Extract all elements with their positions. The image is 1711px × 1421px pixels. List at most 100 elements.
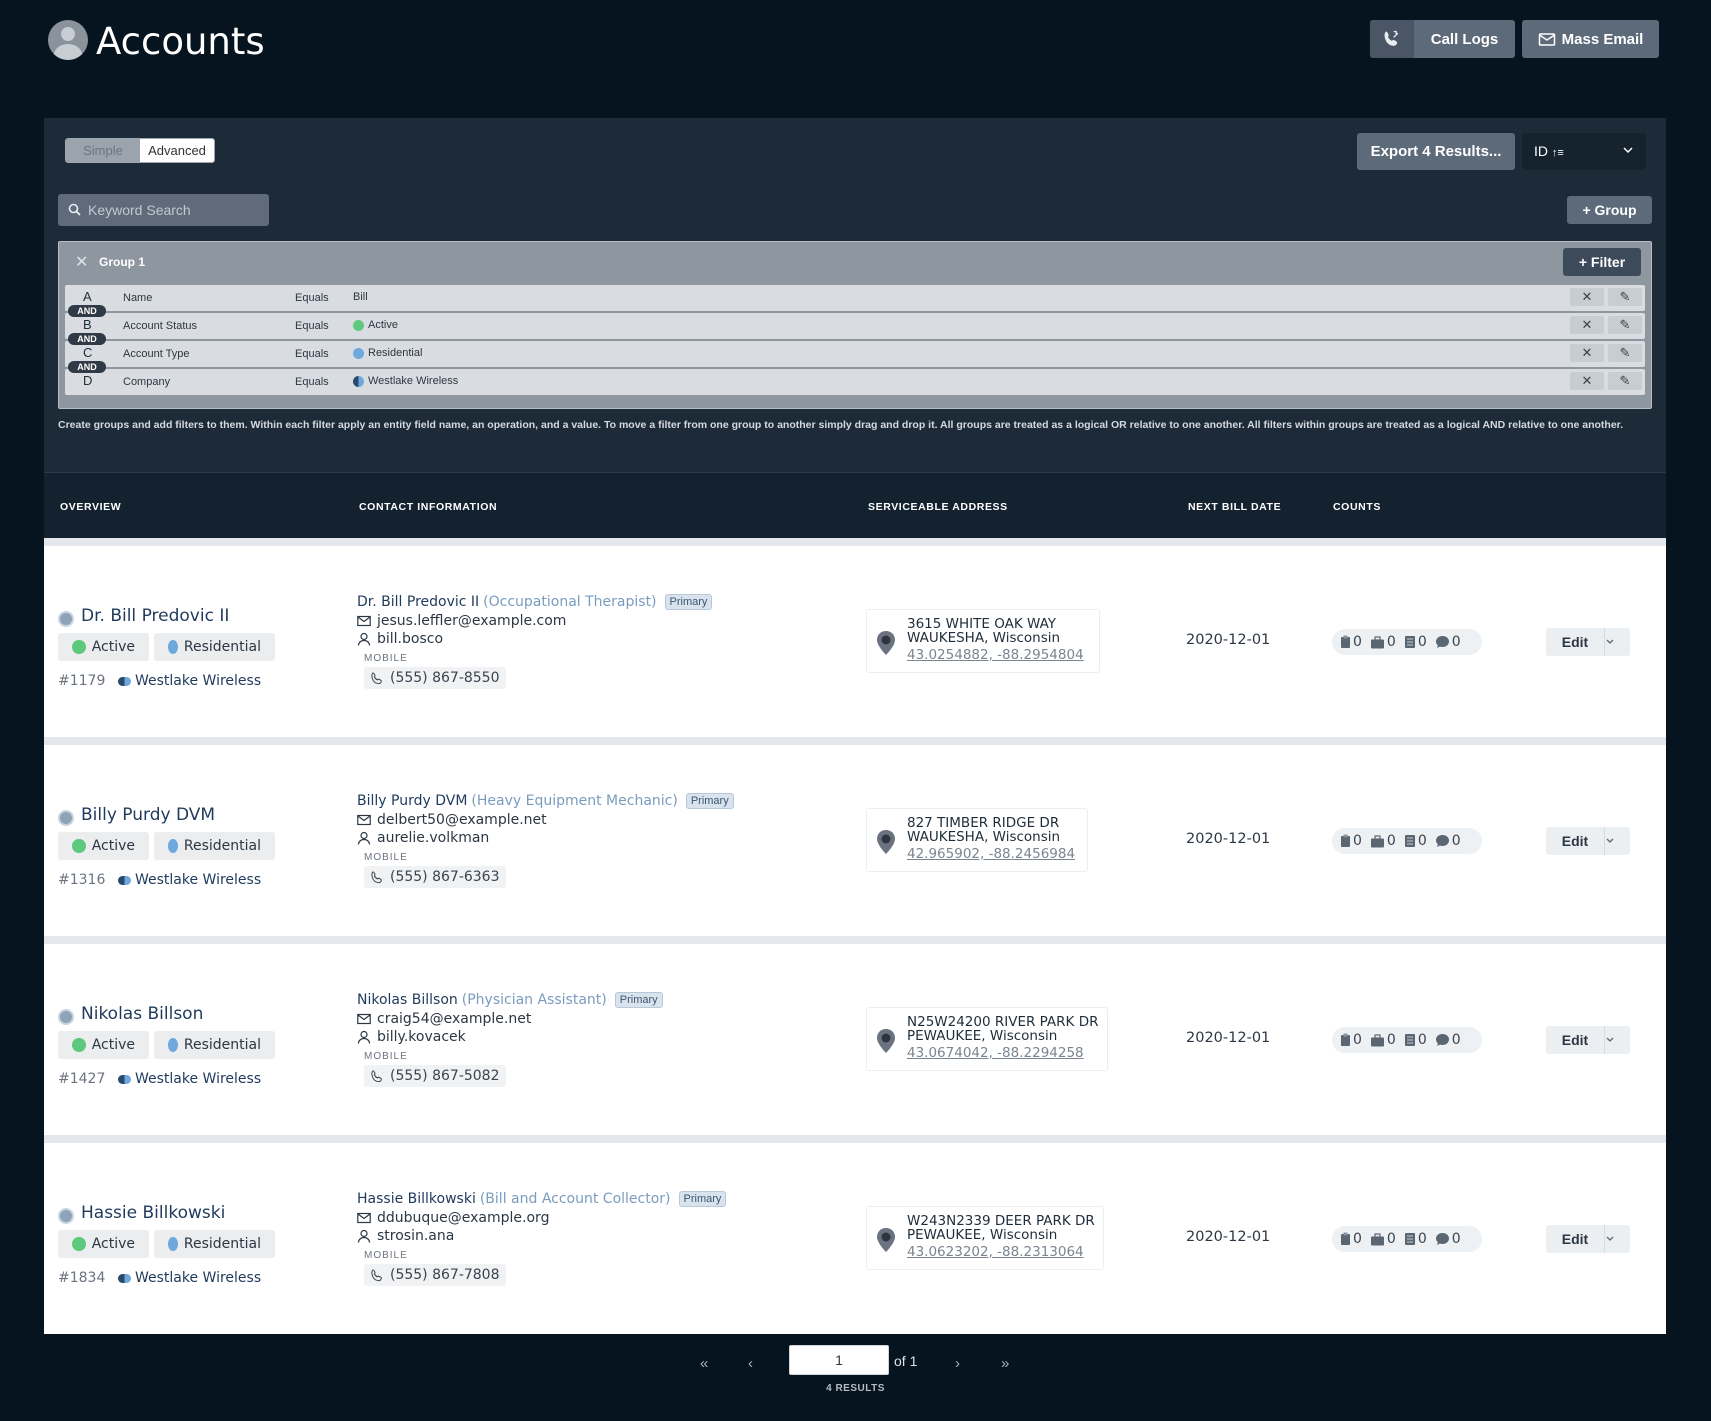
edit-button[interactable]: Edit: [1546, 1225, 1604, 1253]
remove-group-icon[interactable]: ✕: [75, 252, 88, 272]
filter-operator[interactable]: Equals: [295, 292, 329, 304]
company-link[interactable]: Westlake Wireless: [118, 673, 261, 689]
filter-row-d[interactable]: D Company Equals Westlake Wireless ✕ ✎: [65, 369, 1645, 395]
contact-phone[interactable]: (555) 867-8550: [364, 667, 506, 689]
address-coordinates-link[interactable]: 43.0623202, -88.2313064: [907, 1244, 1084, 1260]
filter-operator[interactable]: Equals: [295, 348, 329, 360]
first-page-button[interactable]: «: [700, 1355, 708, 1372]
account-name-link[interactable]: Hassie Billkowski: [81, 1203, 225, 1223]
mode-simple-button[interactable]: Simple: [66, 139, 140, 162]
count-value: 0: [1417, 1231, 1427, 1247]
contact-name[interactable]: Hassie Billkowski (Bill and Account Colle…: [357, 1191, 727, 1207]
filter-field[interactable]: Account Type: [123, 348, 189, 360]
mass-email-button[interactable]: Mass Email: [1522, 20, 1659, 58]
prev-page-button[interactable]: ‹: [748, 1355, 753, 1372]
contact-email[interactable]: ddubuque@example.org: [357, 1210, 549, 1226]
filter-operator[interactable]: Equals: [295, 320, 329, 332]
chevron-down-icon[interactable]: [1604, 1026, 1630, 1054]
contact-phone[interactable]: (555) 867-6363: [364, 866, 506, 888]
count-value: 0: [1451, 1231, 1461, 1247]
page-number-input[interactable]: [789, 1345, 889, 1375]
account-name-link[interactable]: Billy Purdy DVM: [81, 805, 215, 825]
company-link[interactable]: Westlake Wireless: [118, 872, 261, 888]
contact-email[interactable]: jesus.leffler@example.com: [357, 613, 566, 629]
next-bill-date: 2020-12-01: [1186, 1030, 1271, 1046]
search-icon: [68, 203, 81, 216]
contact-email[interactable]: craig54@example.net: [357, 1011, 531, 1027]
chevron-down-icon[interactable]: [1604, 1225, 1630, 1253]
edit-button[interactable]: Edit: [1546, 628, 1604, 656]
column-header-contact[interactable]: CONTACT INFORMATION: [359, 501, 497, 513]
table-row: Dr. Bill Predovic II Active Residential #11…: [44, 546, 1666, 737]
status-badge: Active: [58, 1230, 149, 1258]
address-coordinates-link[interactable]: 43.0254882, -88.2954804: [907, 647, 1084, 663]
briefcase-icon: [1370, 1232, 1385, 1246]
status-label: Active: [91, 1037, 135, 1053]
remove-filter-icon[interactable]: ✕: [1570, 288, 1604, 306]
mode-advanced-button[interactable]: Advanced: [140, 139, 214, 162]
contact-role: (Heavy Equipment Mechanic): [471, 793, 678, 809]
filter-field[interactable]: Company: [123, 376, 170, 388]
add-filter-button[interactable]: + Filter: [1563, 248, 1641, 276]
export-results-button[interactable]: Export 4 Results...: [1357, 133, 1515, 170]
account-name-link[interactable]: Dr. Bill Predovic II: [81, 606, 229, 626]
remove-filter-icon[interactable]: ✕: [1570, 316, 1604, 334]
remove-filter-icon[interactable]: ✕: [1570, 344, 1604, 362]
chevron-down-icon[interactable]: [1604, 628, 1630, 656]
edit-filter-icon[interactable]: ✎: [1608, 344, 1642, 362]
filter-value[interactable]: Westlake Wireless: [353, 375, 458, 387]
count-value: 0: [1386, 634, 1396, 650]
contact-name[interactable]: Billy Purdy DVM (Heavy Equipment Mechanic…: [357, 793, 734, 809]
next-page-button[interactable]: ›: [955, 1355, 960, 1372]
edit-button[interactable]: Edit: [1546, 827, 1604, 855]
edit-filter-icon[interactable]: ✎: [1608, 316, 1642, 334]
contact-name[interactable]: Nikolas Billson (Physician Assistant) Prim…: [357, 992, 663, 1008]
company-link[interactable]: Westlake Wireless: [118, 1071, 261, 1087]
add-group-button[interactable]: + Group: [1567, 196, 1652, 224]
edit-button[interactable]: Edit: [1546, 1026, 1604, 1054]
count-item: 0: [1370, 634, 1396, 650]
column-header-next-bill-date[interactable]: NEXT BILL DATE: [1188, 501, 1281, 513]
contact-phone[interactable]: (555) 867-5082: [364, 1065, 506, 1087]
phone-value: (555) 867-7808: [390, 1267, 500, 1283]
filter-operator[interactable]: Equals: [295, 376, 329, 388]
sort-select[interactable]: ID ↑≡: [1522, 133, 1646, 170]
last-page-button[interactable]: »: [1001, 1355, 1009, 1372]
contact-name[interactable]: Dr. Bill Predovic II (Occupational Therap…: [357, 594, 713, 610]
filter-field[interactable]: Account Status: [123, 320, 197, 332]
contact-username: billy.kovacek: [357, 1029, 466, 1045]
address-coordinates-link[interactable]: 43.0674042, -88.2294258: [907, 1045, 1084, 1061]
filter-row-c[interactable]: C Account Type Equals Residential ✕ ✎: [65, 341, 1645, 367]
row-divider: [44, 936, 1666, 944]
type-dot-icon: [168, 640, 178, 654]
filter-field[interactable]: Name: [123, 292, 152, 304]
filter-row-b[interactable]: B Account Status Equals Active ✕ ✎: [65, 313, 1645, 339]
serviceable-address: N25W24200 RIVER PARK DR PEWAUKEE, Wiscons…: [866, 1007, 1108, 1071]
account-name-link[interactable]: Nikolas Billson: [81, 1004, 203, 1024]
contact-phone[interactable]: (555) 867-7808: [364, 1264, 506, 1286]
filter-row-a[interactable]: A Name Equals Bill ✕ ✎: [65, 285, 1645, 311]
chat-bubble-icon: [1435, 834, 1450, 848]
phone-icon: [370, 870, 385, 885]
call-logs-button[interactable]: Call Logs: [1370, 20, 1515, 58]
address-coordinates-link[interactable]: 42.965902, -88.2456984: [907, 846, 1075, 862]
column-header-overview[interactable]: OVERVIEW: [60, 501, 121, 513]
page-count: of 1: [894, 1353, 918, 1369]
contact-role: (Physician Assistant): [461, 992, 607, 1008]
column-header-address[interactable]: SERVICEABLE ADDRESS: [868, 501, 1008, 513]
chevron-down-icon[interactable]: [1604, 827, 1630, 855]
filter-value[interactable]: Active: [353, 319, 398, 331]
filter-value[interactable]: Bill: [353, 291, 368, 303]
email-value: craig54@example.net: [377, 1011, 532, 1027]
search-mode-toggle[interactable]: Simple Advanced: [65, 138, 215, 163]
type-badge: Residential: [154, 1031, 275, 1059]
remove-filter-icon[interactable]: ✕: [1570, 372, 1604, 390]
keyword-search-input[interactable]: [88, 198, 263, 222]
edit-filter-icon[interactable]: ✎: [1608, 288, 1642, 306]
filter-value[interactable]: Residential: [353, 347, 422, 359]
column-header-counts[interactable]: COUNTS: [1333, 501, 1381, 513]
keyword-search[interactable]: [58, 194, 269, 226]
edit-filter-icon[interactable]: ✎: [1608, 372, 1642, 390]
contact-email[interactable]: delbert50@example.net: [357, 812, 547, 828]
company-link[interactable]: Westlake Wireless: [118, 1270, 261, 1286]
